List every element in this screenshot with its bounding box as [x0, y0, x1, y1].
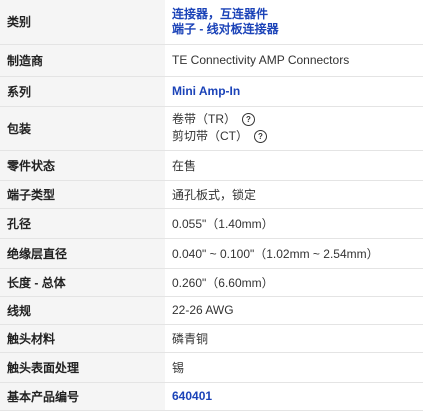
contact-material-value: 磷青铜 — [165, 323, 423, 352]
spec-label: 触头表面处理 — [0, 351, 165, 382]
table-row: 基本产品编号 640401 — [0, 381, 423, 411]
table-row: 制造商 TE Connectivity AMP Connectors — [0, 43, 423, 76]
table-row: 孔径 0.055"（1.40mm） — [0, 207, 423, 238]
spec-label: 制造商 — [0, 43, 165, 76]
spec-label: 系列 — [0, 75, 165, 106]
category-link[interactable]: 连接器，互连器件 — [172, 7, 423, 22]
packaging-option: 剪切带（CT） ? — [172, 128, 423, 145]
contact-finish-value: 锡 — [165, 351, 423, 382]
series-cell: Mini Amp-In — [165, 75, 423, 106]
manufacturer-value: TE Connectivity AMP Connectors — [165, 43, 423, 76]
spec-label: 零件状态 — [0, 149, 165, 180]
table-row: 长度 - 总体 0.260"（6.60mm） — [0, 267, 423, 296]
table-row: 系列 Mini Amp-In — [0, 75, 423, 106]
spec-label: 线规 — [0, 295, 165, 324]
packaging-option: 卷带（TR） ? — [172, 111, 423, 128]
table-row: 线规 22-26 AWG — [0, 295, 423, 324]
table-row: 包装 卷带（TR） ? 剪切带（CT） ? — [0, 105, 423, 150]
question-circle-icon[interactable]: ? — [242, 113, 255, 126]
hole-diameter-value: 0.055"（1.40mm） — [165, 207, 423, 238]
packaging-cell: 卷带（TR） ? 剪切带（CT） ? — [165, 105, 423, 150]
spec-label: 基本产品编号 — [0, 381, 165, 411]
terminal-type-value: 通孔板式，锁定 — [165, 179, 423, 208]
table-row: 类别 连接器，互连器件 端子 - 线对板连接器 — [0, 0, 423, 44]
insulation-diameter-value: 0.040" ~ 0.100"（1.02mm ~ 2.54mm） — [165, 237, 423, 268]
base-part-number-cell: 640401 — [165, 381, 423, 411]
spec-label: 孔径 — [0, 207, 165, 238]
table-row: 端子类型 通孔板式，锁定 — [0, 179, 423, 208]
subcategory-link[interactable]: 端子 - 线对板连接器 — [172, 22, 423, 37]
spec-label: 长度 - 总体 — [0, 267, 165, 296]
base-part-number-link[interactable]: 640401 — [172, 389, 212, 403]
table-row: 绝缘层直径 0.040" ~ 0.100"（1.02mm ~ 2.54mm） — [0, 237, 423, 268]
overall-length-value: 0.260"（6.60mm） — [165, 267, 423, 296]
table-row: 零件状态 在售 — [0, 149, 423, 180]
wire-gauge-value: 22-26 AWG — [165, 295, 423, 324]
question-circle-icon[interactable]: ? — [254, 130, 267, 143]
category-cell: 连接器，互连器件 端子 - 线对板连接器 — [165, 0, 423, 44]
spec-label: 绝缘层直径 — [0, 237, 165, 268]
specs-table: 类别 连接器，互连器件 端子 - 线对板连接器 制造商 TE Connectiv… — [0, 0, 423, 411]
series-link[interactable]: Mini Amp-In — [172, 84, 240, 98]
spec-label: 端子类型 — [0, 179, 165, 208]
spec-label: 触头材料 — [0, 323, 165, 352]
spec-label: 类别 — [0, 0, 165, 44]
part-status-value: 在售 — [165, 149, 423, 180]
spec-label: 包装 — [0, 105, 165, 150]
packaging-ct-label: 剪切带（CT） — [172, 129, 248, 143]
table-row: 触头表面处理 锡 — [0, 351, 423, 382]
table-row: 触头材料 磷青铜 — [0, 323, 423, 352]
packaging-tr-label: 卷带（TR） — [172, 112, 236, 126]
